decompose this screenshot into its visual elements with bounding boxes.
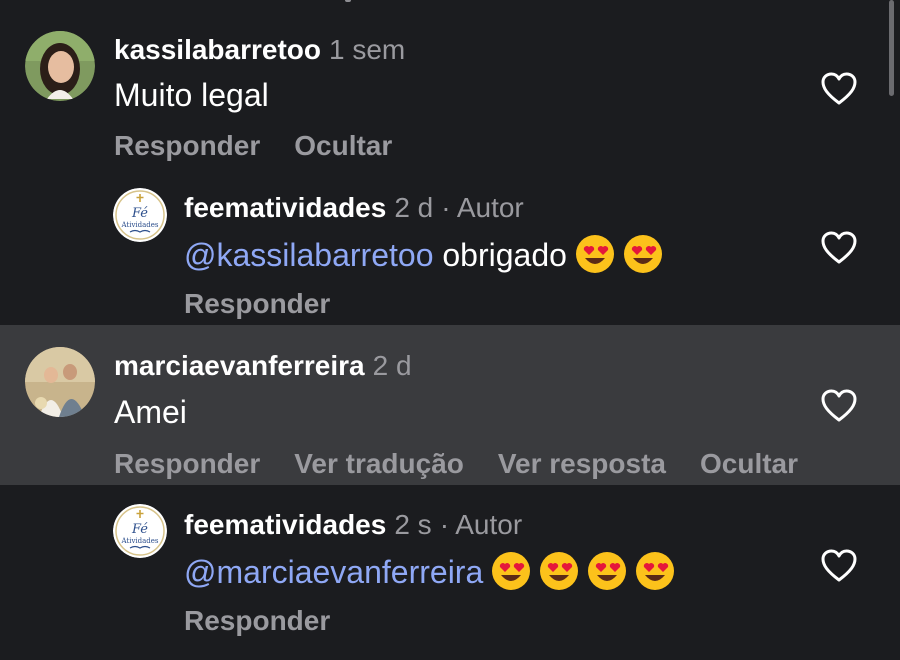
comment-time: 2 d [372, 350, 412, 381]
reply-text: obrigado [433, 237, 567, 273]
heart-eyes-emoji [588, 552, 627, 590]
reply-feematividades-2: Fé Atividades feematividades 2 s · Autor @… [0, 485, 900, 660]
heart-outline-icon[interactable] [821, 231, 857, 265]
comment-text: @marciaevanferreira [184, 551, 675, 591]
comment-actions: Responder Ocultar [114, 130, 426, 162]
heart-eyes-emoji [636, 552, 675, 590]
author-badge: · Autor [439, 509, 523, 540]
comment-text: Amei [114, 394, 187, 430]
username[interactable]: kassilabarretoo [114, 34, 321, 65]
heart-outline-icon[interactable] [821, 549, 857, 583]
comment-time: 2 d [394, 192, 434, 223]
svg-text:Atividades: Atividades [120, 221, 158, 229]
username[interactable]: feematividades [184, 509, 386, 540]
logo-text: Fé [131, 522, 148, 537]
comment-header: feematividades 2 s · Autor [184, 509, 522, 541]
avatar[interactable] [25, 347, 95, 417]
heart-eyes-emoji [540, 552, 579, 590]
comment-actions: Responder Ver tradução Ver resposta Ocultar [114, 448, 832, 480]
view-replies-button[interactable]: Ver resposta [498, 448, 666, 479]
hide-button[interactable]: Ocultar [700, 448, 798, 479]
username[interactable]: feematividades [184, 192, 386, 223]
heart-eyes-emoji [492, 552, 531, 590]
comment-actions: Responder [184, 605, 364, 637]
logo-text: Fé [131, 206, 148, 221]
reply-feematividades-1: Fé Atividades feematividades 2 d · Autor @… [0, 170, 900, 325]
avatar[interactable]: Fé Atividades [113, 188, 167, 242]
reply-button[interactable]: Responder [114, 448, 260, 479]
hide-button[interactable]: Ocultar [294, 130, 392, 161]
comment-time: 2 s [394, 509, 432, 540]
avatar[interactable]: Fé Atividades [113, 504, 167, 558]
comment-text: @kassilabarretoo obrigado [184, 234, 663, 274]
author-badge: · Autor [441, 192, 524, 223]
translate-button[interactable]: Ver tradução [294, 448, 464, 479]
comments-panel: kassilabarretoo 1 sem Muito legal Respond… [0, 0, 900, 660]
heart-outline-icon[interactable] [821, 389, 857, 423]
comment-kassilabarretoo: kassilabarretoo 1 sem Muito legal Respond… [0, 0, 900, 170]
reply-button[interactable]: Responder [184, 605, 330, 636]
comment-marciaevanferreira: marciaevanferreira 2 d Amei Responder Ver … [0, 325, 900, 485]
avatar[interactable] [25, 31, 95, 101]
comment-text: Muito legal [114, 77, 269, 113]
comment-header: marciaevanferreira 2 d [114, 350, 412, 382]
heart-eyes-emoji [623, 235, 662, 273]
mention-link[interactable]: @marciaevanferreira [184, 554, 483, 590]
comment-header: feematividades 2 d · Autor [184, 192, 524, 224]
heart-outline-icon[interactable] [821, 72, 857, 106]
reply-button[interactable]: Responder [184, 288, 330, 319]
comment-actions: Responder [184, 288, 364, 320]
comment-header: kassilabarretoo 1 sem [114, 34, 405, 66]
username[interactable]: marciaevanferreira [114, 350, 365, 381]
svg-text:Atividades: Atividades [120, 537, 158, 545]
reply-button[interactable]: Responder [114, 130, 260, 161]
heart-eyes-emoji [575, 235, 614, 273]
comment-time: 1 sem [329, 34, 406, 65]
mention-link[interactable]: @kassilabarretoo [184, 237, 433, 273]
